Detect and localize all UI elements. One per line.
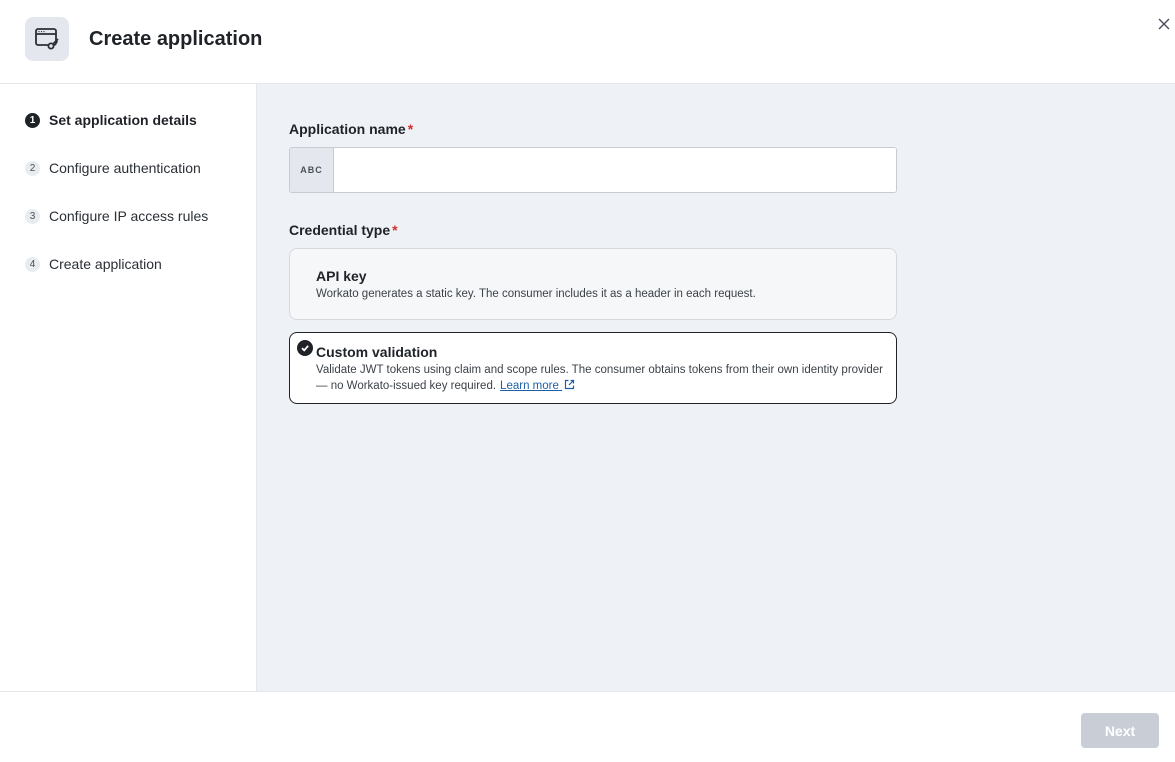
step-number: 3 [25,208,40,224]
step-label: Configure authentication [49,160,201,176]
page-title: Create application [89,28,263,50]
application-name-label: Application name * [289,121,413,137]
step-number: 2 [25,160,40,176]
step-set-application-details[interactable]: 1 Set application details [25,110,197,130]
label-text: Application name [289,121,406,137]
credential-option-custom-validation[interactable]: Custom validation Validate JWT tokens us… [289,332,897,404]
required-marker: * [407,121,414,137]
close-button[interactable] [1155,15,1173,33]
form-panel: Application name * ABC Credential type * A… [257,84,1175,692]
next-button[interactable]: Next [1081,713,1159,748]
option-description: Workato generates a static key. The cons… [316,288,756,300]
application-name-input[interactable] [334,148,896,192]
learn-more-link[interactable]: Learn more [500,379,575,392]
text-type-prefix: ABC [290,148,334,192]
step-number: 1 [25,112,40,128]
close-icon [1158,18,1170,30]
wizard-stepper: 1 Set application details 2 Configure au… [0,84,257,692]
label-text: Credential type [289,222,391,238]
step-label: Create application [49,256,162,272]
api-client-key-icon [25,17,69,61]
step-label: Set application details [49,112,197,128]
external-link-icon [564,379,575,390]
credential-option-api-key[interactable]: API key Workato generates a static key. … [289,248,897,320]
modal-footer: Next [0,691,1175,762]
credential-type-label: Credential type * [289,222,398,238]
step-configure-ip-access-rules[interactable]: 3 Configure IP access rules [25,206,208,226]
step-create-application[interactable]: 4 Create application [25,254,162,274]
description-text: Validate JWT tokens using claim and scop… [316,364,883,392]
step-configure-authentication[interactable]: 2 Configure authentication [25,158,201,178]
required-marker: * [392,222,398,238]
checkmark-icon [297,340,313,356]
option-title: API key [316,268,367,284]
link-text: Learn more [500,380,559,392]
option-description: Validate JWT tokens using claim and scop… [316,362,886,394]
step-label: Configure IP access rules [49,208,209,224]
application-name-field: ABC [289,147,897,193]
modal-header: Create application [0,0,1175,84]
step-number: 4 [25,256,40,272]
option-title: Custom validation [316,344,438,360]
